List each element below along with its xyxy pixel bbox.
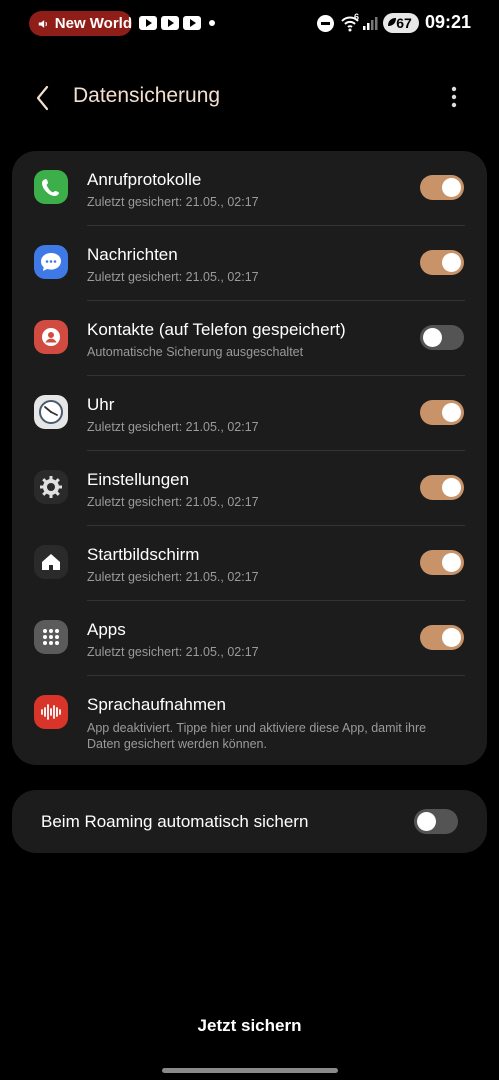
item-subtitle: Zuletzt gesichert: 21.05., 02:17 bbox=[87, 270, 259, 284]
backup-item-contacts[interactable]: Kontakte (auf Telefon gespeichert) Autom… bbox=[12, 301, 487, 376]
clock-time: 09:21 bbox=[425, 12, 472, 32]
toggle-switch[interactable] bbox=[420, 325, 464, 350]
item-subtitle: Zuletzt gesichert: 21.05., 02:17 bbox=[87, 420, 259, 434]
speaker-icon bbox=[38, 19, 47, 28]
toggle-switch[interactable] bbox=[420, 175, 464, 200]
signal-icon bbox=[363, 17, 378, 30]
status-bar: New World 6 67 09:21 bbox=[0, 0, 499, 46]
item-label: Anrufprotokolle bbox=[87, 170, 202, 189]
backup-items-card: Anrufprotokolle Zuletzt gesichert: 21.05… bbox=[12, 151, 487, 765]
item-subtitle: Zuletzt gesichert: 21.05., 02:17 bbox=[87, 495, 259, 509]
item-label: Startbildschirm bbox=[87, 545, 200, 564]
battery-level: 67 bbox=[396, 15, 412, 31]
media-pill-text: New World bbox=[54, 15, 132, 32]
backup-item-clock[interactable]: Uhr Zuletzt gesichert: 21.05., 02:17 bbox=[12, 376, 487, 451]
power-saving-leaf-icon bbox=[388, 18, 396, 26]
toggle-switch[interactable] bbox=[420, 550, 464, 575]
roaming-toggle-switch[interactable] bbox=[414, 809, 458, 834]
toggle-switch[interactable] bbox=[420, 400, 464, 425]
back-arrow-icon[interactable] bbox=[30, 84, 56, 112]
item-label: Kontakte (auf Telefon gespeichert) bbox=[87, 320, 346, 339]
roaming-label: Beim Roaming automatisch sichern bbox=[41, 812, 309, 831]
backup-item-settings[interactable]: Einstellungen Zuletzt gesichert: 21.05.,… bbox=[12, 451, 487, 526]
more-options-icon[interactable] bbox=[444, 84, 464, 112]
toggle-knob bbox=[442, 553, 461, 572]
home-gesture-bar[interactable] bbox=[162, 1068, 338, 1073]
clock-icon bbox=[34, 395, 68, 429]
media-pill[interactable]: New World bbox=[29, 11, 132, 36]
toggle-knob bbox=[423, 328, 442, 347]
item-label: Sprachaufnahmen bbox=[87, 695, 226, 714]
youtube-icon bbox=[183, 16, 201, 30]
gear-icon bbox=[34, 470, 68, 504]
item-label: Nachrichten bbox=[87, 245, 178, 264]
backup-item-home-screen[interactable]: Startbildschirm Zuletzt gesichert: 21.05… bbox=[12, 526, 487, 601]
messages-icon bbox=[34, 245, 68, 279]
backup-item-messages[interactable]: Nachrichten Zuletzt gesichert: 21.05., 0… bbox=[12, 226, 487, 301]
toggle-switch[interactable] bbox=[420, 475, 464, 500]
wifi-badge: 6 bbox=[354, 12, 360, 22]
toggle-knob bbox=[442, 628, 461, 647]
item-subtitle: Zuletzt gesichert: 21.05., 02:17 bbox=[87, 645, 259, 659]
item-subtitle: Automatische Sicherung ausgeschaltet bbox=[87, 345, 304, 359]
item-label: Apps bbox=[87, 620, 126, 639]
toggle-knob bbox=[417, 812, 436, 831]
toggle-knob bbox=[442, 478, 461, 497]
backup-item-call-logs[interactable]: Anrufprotokolle Zuletzt gesichert: 21.05… bbox=[12, 151, 487, 226]
backup-item-voice-recorder[interactable]: Sprachaufnahmen App deaktiviert. Tippe h… bbox=[12, 676, 487, 765]
roaming-backup-card[interactable]: Beim Roaming automatisch sichern bbox=[12, 790, 487, 853]
voice-recorder-icon bbox=[34, 695, 68, 729]
do-not-disturb-icon bbox=[317, 15, 334, 32]
toggle-knob bbox=[442, 403, 461, 422]
item-label: Uhr bbox=[87, 395, 115, 414]
toggle-knob bbox=[442, 253, 461, 272]
youtube-icon bbox=[161, 16, 179, 30]
contacts-icon bbox=[34, 320, 68, 354]
youtube-icon bbox=[139, 16, 157, 30]
item-subtitle: Zuletzt gesichert: 21.05., 02:17 bbox=[87, 570, 259, 584]
toggle-knob bbox=[442, 178, 461, 197]
backup-item-apps[interactable]: Apps Zuletzt gesichert: 21.05., 02:17 bbox=[12, 601, 487, 676]
phone-icon bbox=[34, 170, 68, 204]
toggle-switch[interactable] bbox=[420, 625, 464, 650]
toggle-switch[interactable] bbox=[420, 250, 464, 275]
item-subtitle: App deaktiviert. Tippe hier und aktivier… bbox=[87, 721, 427, 751]
page-title: Datensicherung bbox=[73, 84, 221, 107]
item-subtitle: Zuletzt gesichert: 21.05., 02:17 bbox=[87, 195, 259, 209]
apps-grid-icon bbox=[34, 620, 68, 654]
home-icon bbox=[34, 545, 68, 579]
item-label: Einstellungen bbox=[87, 470, 190, 489]
more-notifications-dot bbox=[209, 20, 215, 26]
backup-now-button[interactable]: Jetzt sichern bbox=[0, 1016, 499, 1036]
